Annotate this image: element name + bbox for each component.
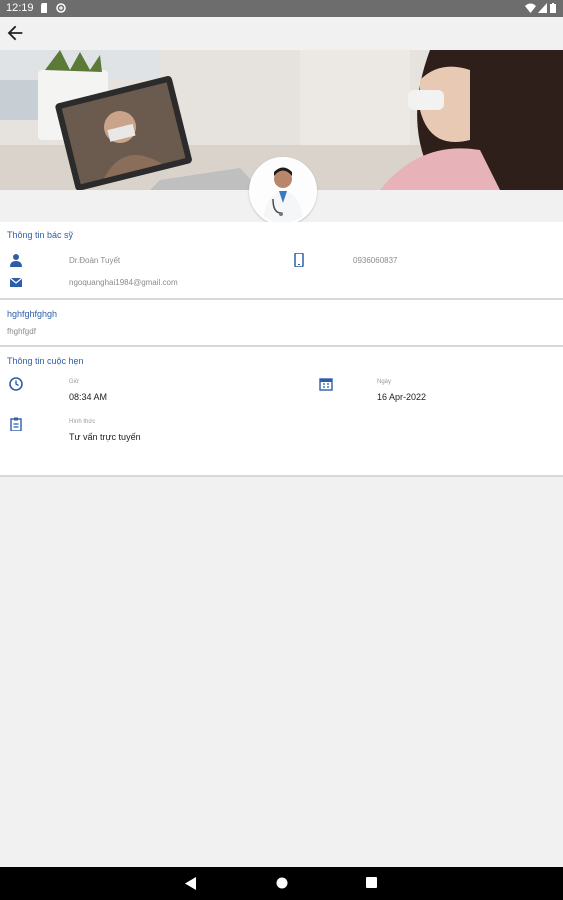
nav-recents-icon[interactable] [366,877,377,888]
signal-icon [538,3,547,13]
battery-icon [550,3,556,13]
appointment-info-title: Thông tin cuộc hẹn [7,356,84,366]
note-card: hghfghfghgh fhghfgdf [0,300,563,347]
doctor-info-card: Thông tin bác sỹ Dr.Đoàn Tuyết 093606083… [0,222,563,300]
doctor-avatar [249,157,317,225]
doctor-info-title: Thông tin bác sỹ [7,230,74,240]
doctor-phone: 0936060837 [353,256,398,265]
status-time: 12:19 [6,2,34,14]
data-saver-icon [56,3,66,13]
person-icon [10,254,22,267]
calendar-icon [319,378,333,391]
doctor-name: Dr.Đoàn Tuyết [69,256,121,265]
status-bar: 12:19 [0,0,563,17]
app-bar [0,17,563,50]
doctor-photo [251,159,315,223]
email-icon [9,277,23,287]
time-label: Giờ [69,379,79,385]
nav-home-icon[interactable] [276,877,288,889]
wifi-icon [525,3,536,13]
time-value: 08:34 AM [69,392,108,402]
clipboard-icon [10,417,22,431]
sd-card-icon [41,3,47,13]
date-label: Ngày [377,379,392,385]
nav-back-icon[interactable] [185,877,197,890]
navigation-bar [0,867,563,900]
doctor-email: ngoquanghai1984@gmail.com [69,278,178,287]
clock-icon [9,377,23,391]
note-title: hghfghfghgh [7,309,58,319]
type-label: Hình thức [69,419,96,425]
phone-icon [294,253,304,267]
arrow-back-icon[interactable] [4,22,26,44]
appointment-info-card: Thông tin cuộc hẹn Giờ 08:34 AM Ngày 16 … [0,347,563,477]
type-value: Tư vấn trực tuyến [69,432,141,442]
note-text: fhghfgdf [7,327,36,336]
date-value: 16 Apr-2022 [377,392,427,402]
